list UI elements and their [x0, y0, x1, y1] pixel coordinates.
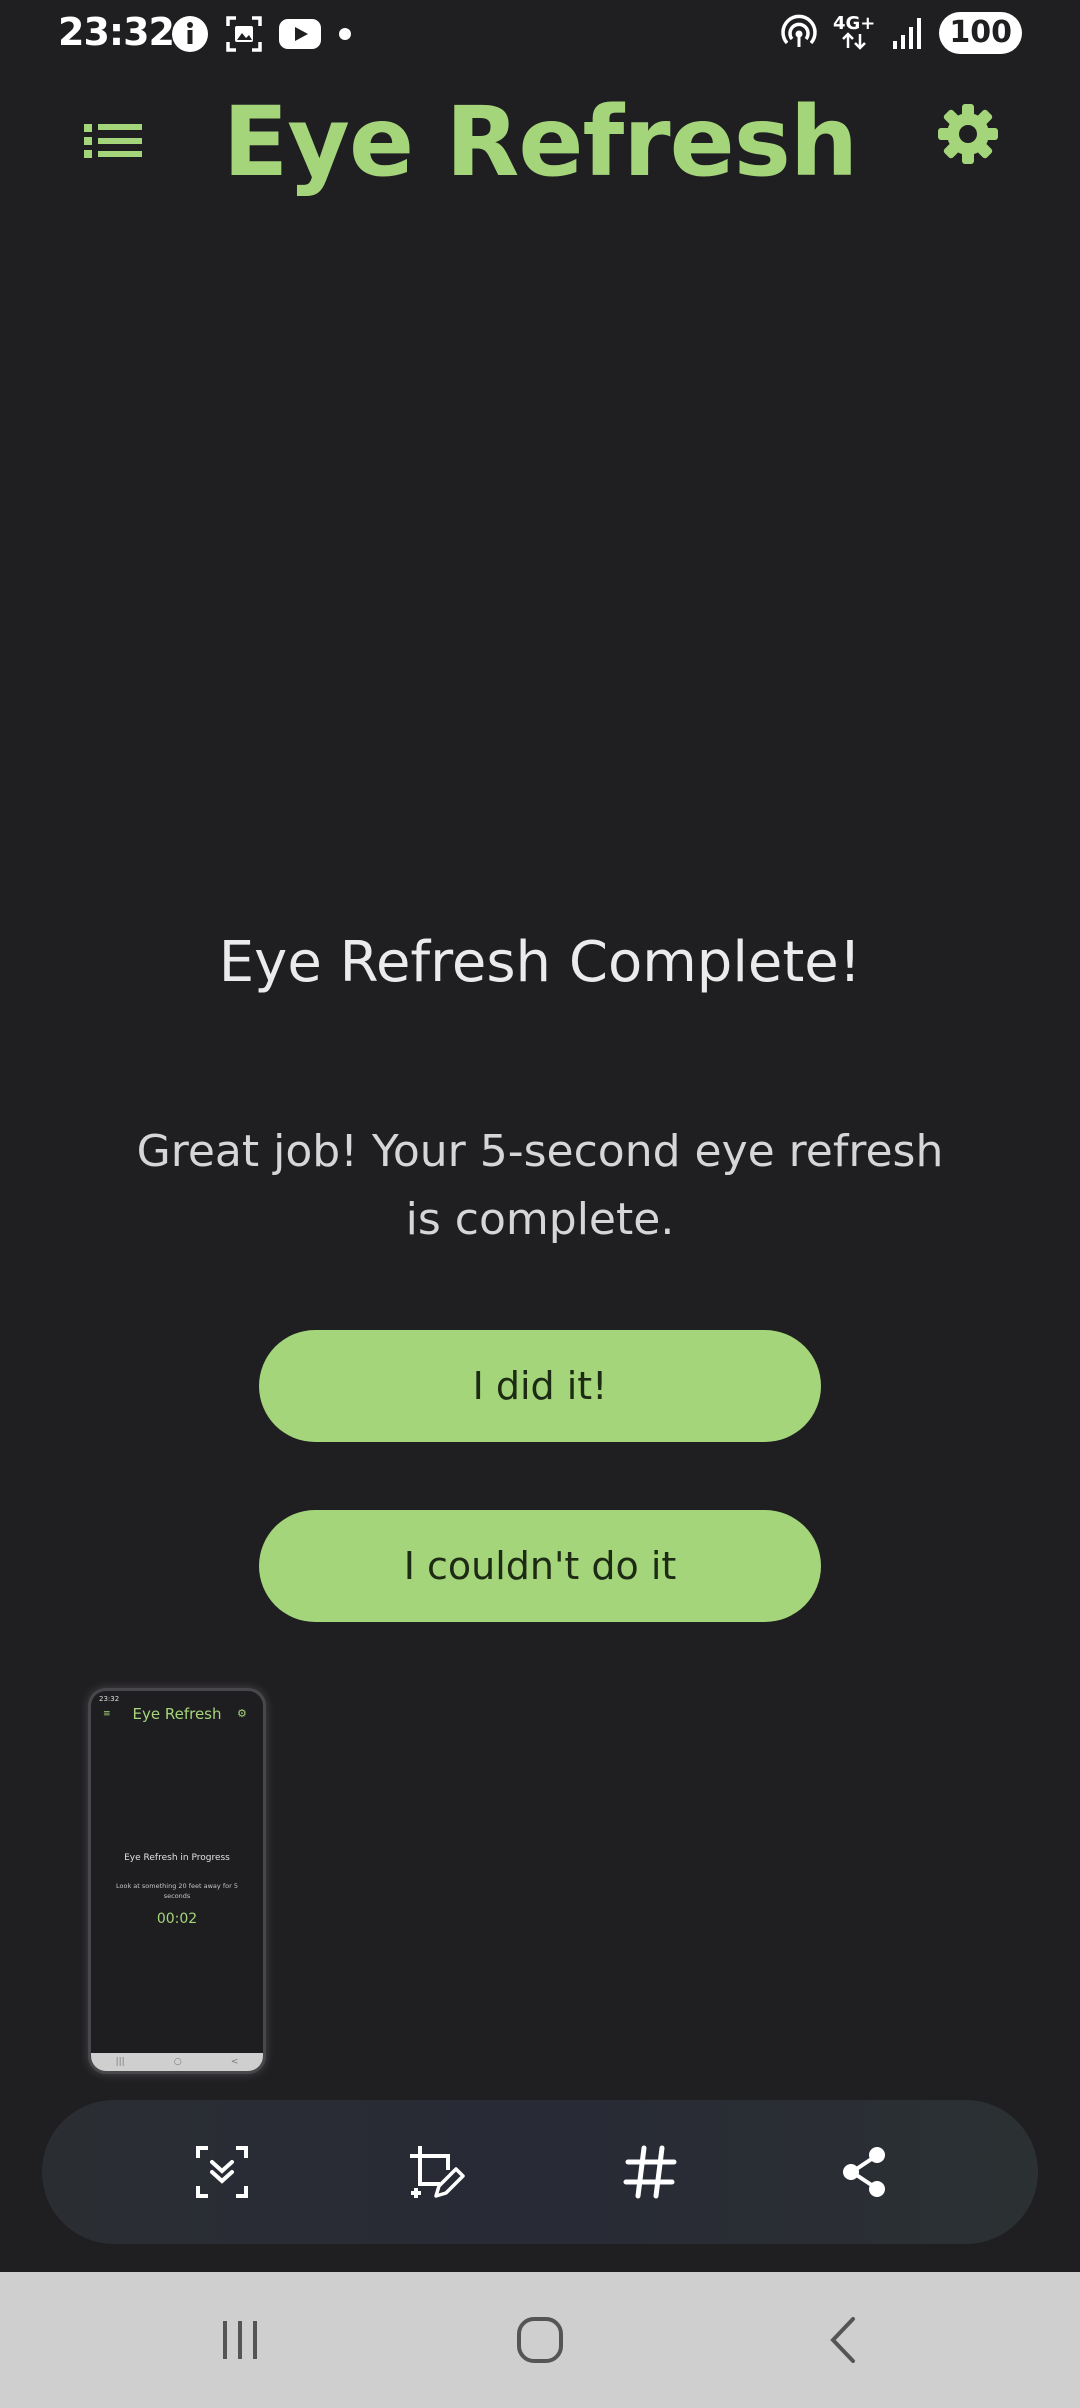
screenshot-icon — [226, 16, 262, 52]
settings-button[interactable] — [936, 102, 1000, 166]
thumbnail-home-icon: ○ — [173, 2057, 182, 2067]
thumbnail-gear-icon: ⚙ — [237, 1707, 247, 1720]
thumbnail-heading: Eye Refresh in Progress — [124, 1853, 230, 1863]
screenshot-toolbar — [42, 2100, 1038, 2244]
youtube-icon — [279, 19, 321, 49]
complete-title: Eye Refresh Complete! — [218, 930, 862, 995]
thumbnail-status-time: 23:32 — [99, 1695, 120, 1703]
network-4g-icon: 4G+ — [832, 13, 876, 50]
notification-icons — [170, 14, 354, 54]
dot-icon — [339, 28, 351, 40]
thumbnail-subtext: Look at something 20 feet away for 5 sec… — [116, 1882, 238, 1900]
recents-icon — [223, 2321, 257, 2359]
back-icon — [830, 2317, 855, 2363]
share-icon — [843, 2147, 885, 2197]
thumbnail-nav-bar: ||| ○ < — [91, 2053, 263, 2071]
did-it-button[interactable]: I did it! — [259, 1330, 821, 1442]
thumbnail-back-icon: < — [230, 2057, 239, 2067]
thumbnail-timer: 00:02 — [156, 1911, 198, 1927]
system-nav-bar — [0, 2272, 1080, 2408]
hotspot-icon — [781, 14, 817, 47]
crop-edit-icon — [410, 2146, 465, 2198]
status-bar: 23:32 4G+ 100 — [0, 0, 1080, 70]
system-icons: 4G+ 100 — [779, 12, 1022, 54]
app-title: Eye Refresh — [222, 86, 858, 198]
screen: 23:32 4G+ 100 Eye Refresh Eye Refresh Co… — [0, 0, 1080, 2408]
status-time: 23:32 — [58, 10, 175, 54]
screenshot-thumbnail[interactable]: 23:32 ≡ Eye Refresh ⚙ Eye Refresh in Pro… — [88, 1688, 266, 2074]
hashtag-button[interactable] — [614, 2136, 686, 2208]
signal-icon — [893, 18, 922, 49]
home-button[interactable] — [510, 2310, 570, 2370]
gear-icon — [938, 104, 998, 164]
info-icon — [172, 16, 208, 52]
recents-button[interactable] — [210, 2310, 270, 2370]
network-label: 4G+ — [832, 13, 876, 34]
hashtag-icon — [623, 2145, 677, 2199]
crop-edit-button[interactable] — [400, 2136, 472, 2208]
app-bar: Eye Refresh — [0, 70, 1080, 210]
complete-message: Great job! Your 5-second eye refresh is … — [136, 1126, 944, 1245]
back-button[interactable] — [814, 2310, 874, 2370]
share-button[interactable] — [828, 2136, 900, 2208]
scroll-capture-icon — [196, 2146, 248, 2198]
battery-icon: 100 — [939, 12, 1022, 54]
thumbnail-recents-icon: ||| — [115, 2057, 125, 2067]
scroll-capture-button[interactable] — [186, 2136, 258, 2208]
home-icon — [517, 2317, 563, 2363]
couldnt-do-it-button[interactable]: I couldn't do it — [259, 1510, 821, 1622]
